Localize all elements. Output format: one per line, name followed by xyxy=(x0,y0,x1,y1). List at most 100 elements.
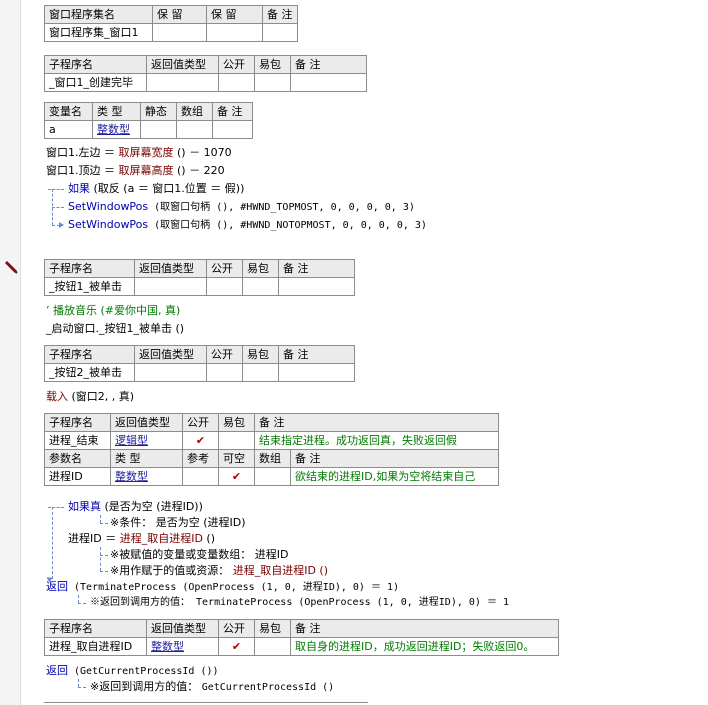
comment-line[interactable]: ’ 播放音乐 (#爱你中国, 真) xyxy=(46,303,180,319)
hint-line: ※用作赋于的值或资源： 进程_取自进程ID () xyxy=(110,564,329,577)
sub-note[interactable]: 结束指定进程。成功返回真，失败返回假 xyxy=(254,431,499,450)
code-line[interactable]: 如果真 (是否为空 (进程ID)) xyxy=(68,499,203,515)
col-header: 保 留 xyxy=(152,5,207,24)
sub-note[interactable]: 取自身的进程ID，成功返回进程ID；失败返回0。 xyxy=(290,637,559,656)
hint-line-connector xyxy=(78,595,79,603)
assembly-table: 窗口程序集名 保 留 保 留 备 注 窗口程序集_窗口1 xyxy=(44,5,298,42)
col-header: 备 注 xyxy=(290,449,499,468)
hint-line: ※返回到调用方的值： GetCurrentProcessId () xyxy=(90,680,335,693)
flow-line xyxy=(52,207,64,208)
col-header: 公开 xyxy=(206,345,243,364)
assembly-name[interactable]: 窗口程序集_窗口1 xyxy=(44,23,153,42)
param-type-link[interactable]: 整数型 xyxy=(110,467,183,486)
col-header: 易包 xyxy=(242,345,279,364)
col-header: 返回值类型 xyxy=(146,619,219,638)
code-line[interactable]: 载入 (窗口2, , 真) xyxy=(46,389,134,405)
code-line[interactable]: SetWindowPos (取窗口句柄 (), #HWND_NOTOPMOST,… xyxy=(68,217,427,234)
next-table-edge xyxy=(44,702,368,703)
var-type-link[interactable]: 整数型 xyxy=(92,120,141,139)
code-line[interactable]: 返回 (GetCurrentProcessId ()) xyxy=(46,663,219,680)
col-header: 保 留 xyxy=(206,5,263,24)
col-header: 窗口程序集名 xyxy=(44,5,153,24)
col-header: 公开 xyxy=(182,413,219,432)
flow-arrow-icon xyxy=(46,577,53,583)
hint-line: ※条件： 是否为空 (进程ID) xyxy=(110,516,246,529)
code-line[interactable]: 返回 (TerminateProcess (OpenProcess (1, 0,… xyxy=(46,579,399,596)
col-header: 返回值类型 xyxy=(134,259,207,278)
flow-line xyxy=(48,189,64,190)
editor-gutter xyxy=(0,0,21,705)
code-line[interactable]: _启动窗口._按钮1_被单击 () xyxy=(46,321,184,337)
check-icon[interactable]: ✔ xyxy=(218,637,255,656)
col-header: 备 注 xyxy=(290,55,367,74)
hint-line-connector xyxy=(100,555,108,556)
col-header: 子程序名 xyxy=(44,345,135,364)
col-header: 返回值类型 xyxy=(110,413,183,432)
sub1-table: 子程序名 返回值类型 公开 易包 备 注 _窗口1_创建完毕 xyxy=(44,55,367,92)
col-header: 易包 xyxy=(254,55,291,74)
col-header: 易包 xyxy=(218,413,255,432)
col-header: 数组 xyxy=(254,449,291,468)
col-header: 子程序名 xyxy=(44,259,135,278)
col-header: 子程序名 xyxy=(44,55,147,74)
code-line[interactable]: 进程ID ＝ 进程_取自进程ID () xyxy=(68,531,215,547)
code-line[interactable]: 如果 (取反 (a ＝ 窗口1.位置 ＝ 假)) xyxy=(68,181,244,197)
sub3-table: 子程序名 返回值类型 公开 易包 备 注 _按钮2_被单击 xyxy=(44,345,355,382)
hint-line-connector xyxy=(100,547,101,571)
sub-name[interactable]: 进程_取自进程ID xyxy=(44,637,147,656)
flow-line xyxy=(48,507,64,508)
col-header: 易包 xyxy=(254,619,291,638)
hint-line-connector xyxy=(100,515,101,523)
check-icon[interactable]: ✔ xyxy=(182,431,219,450)
hint-line-connector xyxy=(78,679,79,687)
col-header: 参考 xyxy=(182,449,219,468)
code-line[interactable]: 窗口1.顶边 ＝ 取屏幕高度 () － 220 xyxy=(46,163,225,179)
col-header: 备 注 xyxy=(212,102,253,121)
col-header: 静态 xyxy=(140,102,177,121)
col-header: 备 注 xyxy=(254,413,499,432)
flow-arrow-icon xyxy=(59,222,64,228)
param-name[interactable]: 进程ID xyxy=(44,467,111,486)
sub-name[interactable]: _窗口1_创建完毕 xyxy=(44,73,147,92)
sub2-table: 子程序名 返回值类型 公开 易包 备 注 _按钮1_被单击 xyxy=(44,259,355,296)
col-header: 类 型 xyxy=(92,102,141,121)
hint-line-connector xyxy=(78,687,86,688)
col-header: 易包 xyxy=(242,259,279,278)
sub-name[interactable]: _按钮2_被单击 xyxy=(44,363,135,382)
var-name[interactable]: a xyxy=(44,120,93,139)
process-get-id-table: 子程序名 返回值类型 公开 易包 备 注 进程_取自进程ID 整数型 ✔ 取自身… xyxy=(44,619,559,656)
col-header: 参数名 xyxy=(44,449,111,468)
hint-line-connector xyxy=(100,523,108,524)
col-header: 备 注 xyxy=(290,619,559,638)
check-icon[interactable]: ✔ xyxy=(218,467,255,486)
col-header: 可空 xyxy=(218,449,255,468)
hint-line: ※返回到调用方的值： TerminateProcess (OpenProcess… xyxy=(90,597,509,608)
col-header: 子程序名 xyxy=(44,413,111,432)
process-end-table: 子程序名 返回值类型 公开 易包 备 注 进程_结束 逻辑型 ✔ 结束指定进程。… xyxy=(44,413,499,486)
col-header: 子程序名 xyxy=(44,619,147,638)
sub-name[interactable]: 进程_结束 xyxy=(44,431,111,450)
col-header: 返回值类型 xyxy=(134,345,207,364)
param-note[interactable]: 欲结束的进程ID,如果为空将结束自己 xyxy=(290,467,499,486)
flow-line xyxy=(52,507,53,579)
col-header: 公开 xyxy=(218,619,255,638)
col-header: 备 注 xyxy=(278,345,355,364)
sub-name[interactable]: _按钮1_被单击 xyxy=(44,277,135,296)
hint-line-connector xyxy=(100,571,108,572)
return-type-link[interactable]: 逻辑型 xyxy=(110,431,183,450)
hint-line: ※被赋值的变量或变量数组： 进程ID xyxy=(110,548,289,561)
col-header: 变量名 xyxy=(44,102,93,121)
col-header: 数组 xyxy=(176,102,213,121)
code-line[interactable]: SetWindowPos (取窗口句柄 (), #HWND_TOPMOST, 0… xyxy=(68,199,415,216)
col-header: 备 注 xyxy=(262,5,298,24)
code-line[interactable]: 窗口1.左边 ＝ 取屏幕宽度 () － 1070 xyxy=(46,145,232,161)
pen-icon xyxy=(4,260,18,274)
variable-table: 变量名 类 型 静态 数组 备 注 a 整数型 xyxy=(44,102,253,139)
hint-line-connector xyxy=(78,603,86,604)
col-header: 备 注 xyxy=(278,259,355,278)
return-type-link[interactable]: 整数型 xyxy=(146,637,219,656)
col-header: 公开 xyxy=(206,259,243,278)
col-header: 类 型 xyxy=(110,449,183,468)
col-header: 公开 xyxy=(218,55,255,74)
col-header: 返回值类型 xyxy=(146,55,219,74)
